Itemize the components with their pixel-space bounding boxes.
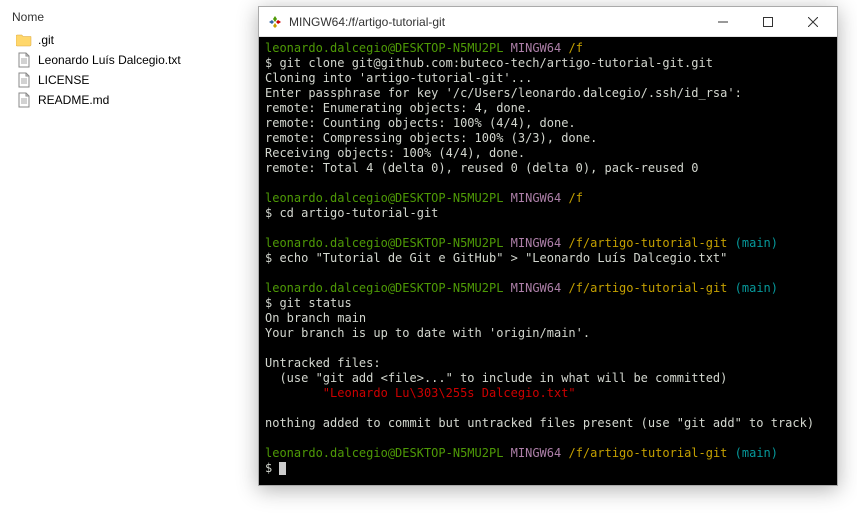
terminal-line: remote: Enumerating objects: 4, done. [265,101,831,116]
untracked-file: "Leonardo Lu\303\255s Dalcegio.txt" [323,386,576,400]
prompt-user: leonardo.dalcegio@DESKTOP-N5MU2PL [265,191,503,205]
text-file-icon [16,92,32,108]
prompt-branch: (main) [735,281,778,295]
file-explorer-panel: Nome .git Leonardo Luís Dalcegio.txt LIC… [0,0,260,116]
terminal-output[interactable]: leonardo.dalcegio@DESKTOP-N5MU2PL MINGW6… [259,37,837,485]
column-header-name[interactable]: Nome [12,6,248,30]
terminal-command: $ [265,461,279,475]
close-button[interactable] [790,7,835,36]
prompt-env: MINGW64 [511,191,562,205]
prompt-user: leonardo.dalcegio@DESKTOP-N5MU2PL [265,41,503,55]
terminal-line: remote: Total 4 (delta 0), reused 0 (del… [265,161,831,176]
file-name: LICENSE [38,73,89,87]
text-file-icon [16,52,32,68]
prompt-path: /f/artigo-tutorial-git [568,446,727,460]
prompt-path: /f/artigo-tutorial-git [568,236,727,250]
prompt-env: MINGW64 [511,446,562,460]
terminal-line: (use "git add <file>..." to include in w… [265,371,831,386]
terminal-line: Cloning into 'artigo-tutorial-git'... [265,71,831,86]
terminal-line: Untracked files: [265,356,831,371]
folder-row[interactable]: .git [12,30,248,50]
prompt-user: leonardo.dalcegio@DESKTOP-N5MU2PL [265,236,503,250]
terminal-line: nothing added to commit but untracked fi… [265,416,831,431]
file-name: .git [38,33,54,47]
file-name: README.md [38,93,109,107]
terminal-line: remote: Counting objects: 100% (4/4), do… [265,116,831,131]
text-file-icon [16,72,32,88]
terminal-line: Your branch is up to date with 'origin/m… [265,326,831,341]
terminal-window: MINGW64:/f/artigo-tutorial-git leonardo.… [258,6,838,486]
prompt-branch: (main) [735,446,778,460]
terminal-line: Enter passphrase for key '/c/Users/leona… [265,86,831,101]
app-icon [267,14,283,30]
prompt-user: leonardo.dalcegio@DESKTOP-N5MU2PL [265,446,503,460]
minimize-button[interactable] [700,7,745,36]
file-name: Leonardo Luís Dalcegio.txt [38,53,181,67]
terminal-command: $ git clone git@github.com:buteco-tech/a… [265,56,831,71]
prompt-path: /f [568,41,582,55]
titlebar[interactable]: MINGW64:/f/artigo-tutorial-git [259,7,837,37]
terminal-command: $ echo "Tutorial de Git e GitHub" > "Leo… [265,251,831,266]
terminal-command: $ cd artigo-tutorial-git [265,206,831,221]
terminal-cursor [279,462,286,475]
prompt-path: /f [568,191,582,205]
prompt-env: MINGW64 [511,281,562,295]
terminal-command: $ git status [265,296,831,311]
window-title: MINGW64:/f/artigo-tutorial-git [289,15,700,29]
prompt-path: /f/artigo-tutorial-git [568,281,727,295]
terminal-line [265,386,323,400]
file-row[interactable]: README.md [12,90,248,110]
terminal-line: Receiving objects: 100% (4/4), done. [265,146,831,161]
folder-icon [16,32,32,48]
file-row[interactable]: Leonardo Luís Dalcegio.txt [12,50,248,70]
prompt-env: MINGW64 [511,236,562,250]
terminal-line: remote: Compressing objects: 100% (3/3),… [265,131,831,146]
file-row[interactable]: LICENSE [12,70,248,90]
prompt-user: leonardo.dalcegio@DESKTOP-N5MU2PL [265,281,503,295]
maximize-button[interactable] [745,7,790,36]
terminal-line: On branch main [265,311,831,326]
prompt-env: MINGW64 [511,41,562,55]
prompt-branch: (main) [735,236,778,250]
